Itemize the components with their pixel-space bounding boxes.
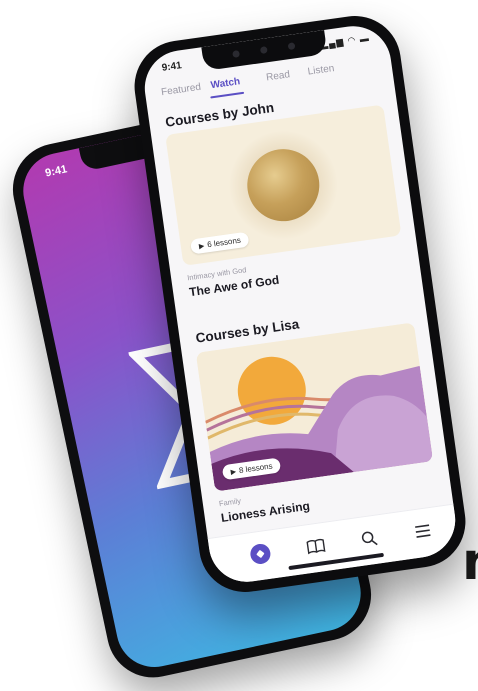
book-icon[interactable] <box>305 535 328 558</box>
status-time: 9:41 <box>161 60 183 74</box>
menu-icon[interactable] <box>412 520 435 543</box>
tab-featured[interactable]: Featured <box>160 82 201 98</box>
tab-listen[interactable]: Listen <box>307 63 335 78</box>
home-indicator <box>288 552 384 571</box>
active-tab-indicator <box>210 91 245 99</box>
search-icon[interactable] <box>358 527 381 550</box>
lesson-count-label: 8 lessons <box>238 461 274 476</box>
sensor-dot <box>232 50 241 58</box>
tab-read[interactable]: Read <box>265 69 290 83</box>
play-icon: ▶ <box>198 242 205 251</box>
camera-dot <box>259 46 268 55</box>
course-category: Family <box>218 496 242 509</box>
course-card-lioness-arising[interactable]: ▶ 8 lessons <box>195 322 434 492</box>
lesson-count-badge: ▶ 6 lessons <box>189 231 250 255</box>
play-icon: ▶ <box>230 468 237 477</box>
lesson-count-label: 6 lessons <box>206 235 242 250</box>
partial-heading-text: n <box>462 540 478 584</box>
course-card-awe-of-god[interactable]: ▶ 6 lessons <box>165 104 402 266</box>
compass-icon[interactable] <box>249 542 272 566</box>
status-icons: ▂▄▆ ◠ ▬ <box>320 32 371 50</box>
back-phone-status-time: 9:41 <box>44 163 69 180</box>
tab-watch[interactable]: Watch <box>210 76 241 91</box>
sensor-dot <box>287 42 296 51</box>
